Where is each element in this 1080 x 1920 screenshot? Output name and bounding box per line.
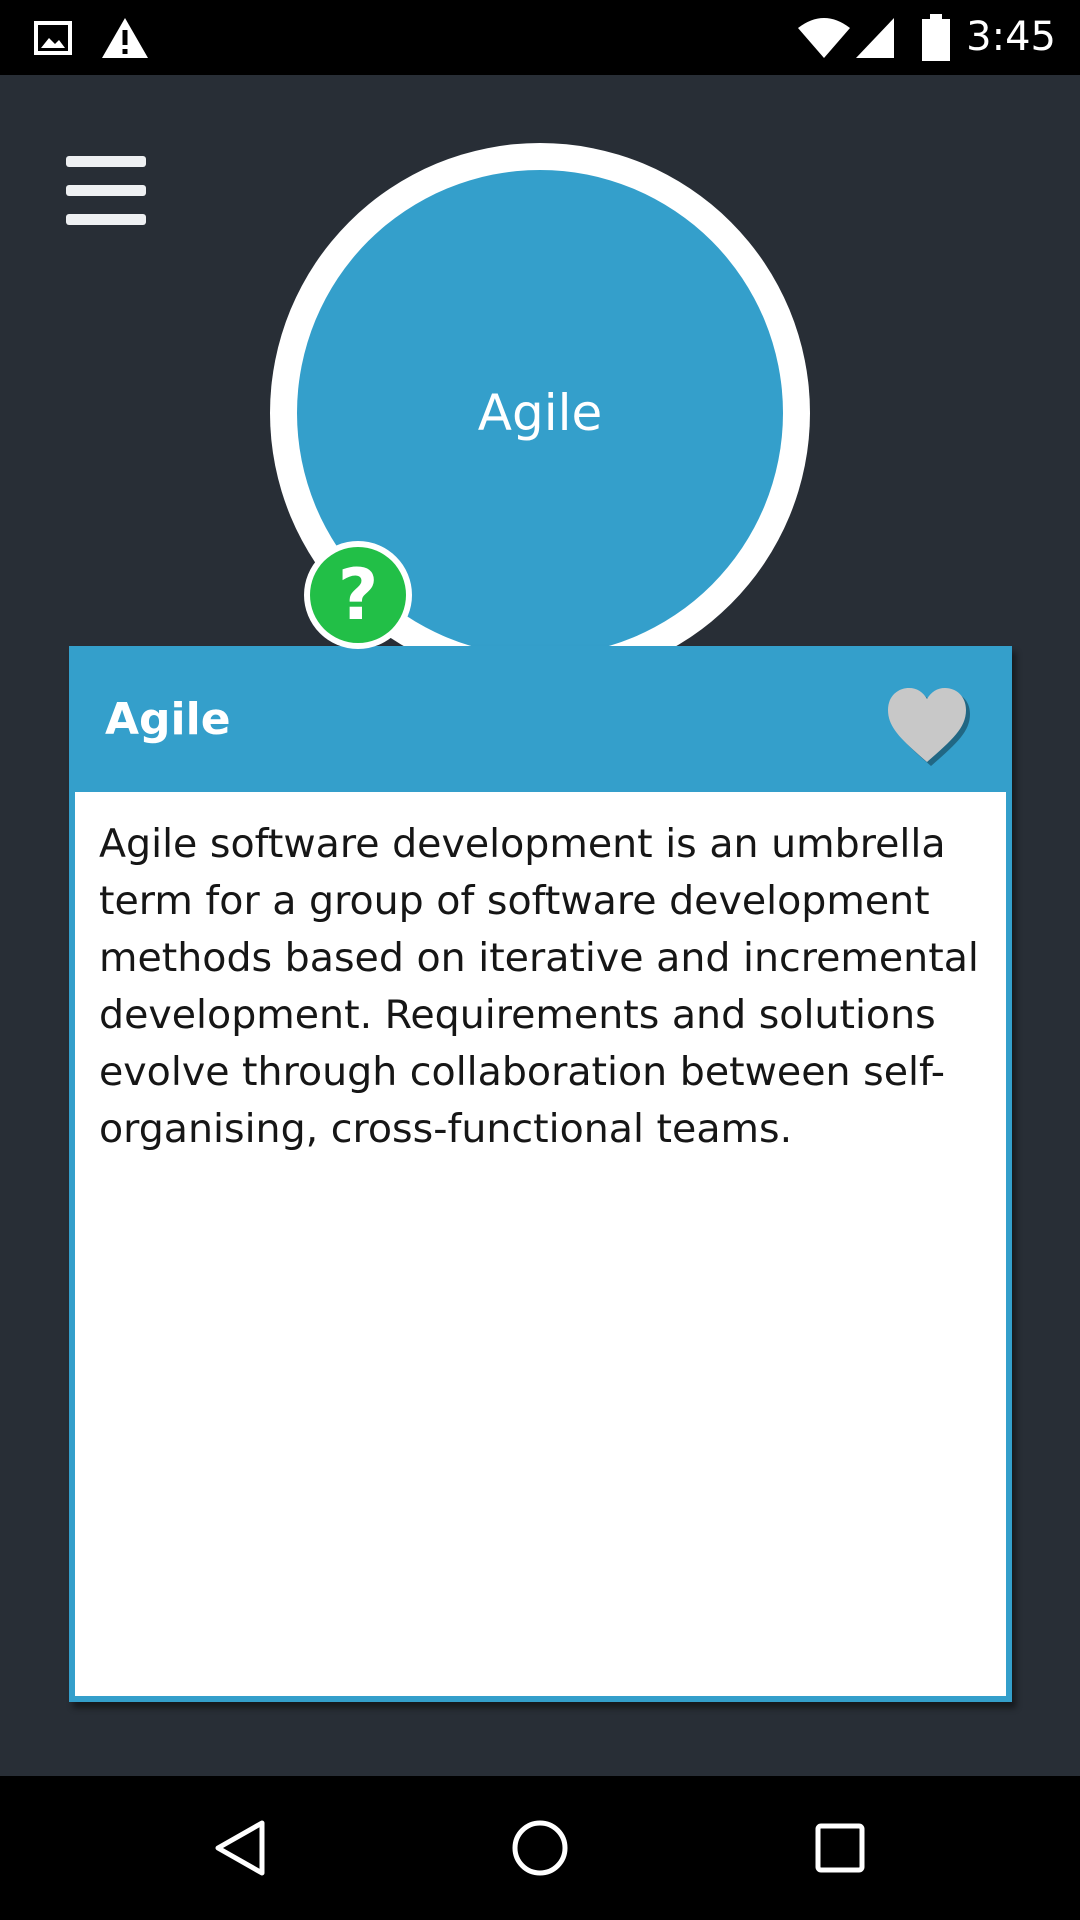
menu-icon[interactable]: [66, 148, 162, 232]
back-icon[interactable]: [160, 1776, 320, 1920]
heart-icon[interactable]: [886, 688, 972, 768]
wifi-icon: [796, 0, 852, 75]
help-icon: ?: [310, 547, 406, 643]
menu-icon-bar: [66, 155, 146, 167]
image-icon: [34, 0, 72, 75]
status-bar: 3:45: [0, 0, 1080, 75]
topic-bubble-label: Agile: [477, 384, 603, 442]
app-screen: 3:45 Agile ? Agile Agile software develo…: [0, 0, 1080, 1920]
warning-icon: [100, 0, 150, 75]
help-button[interactable]: ?: [304, 541, 412, 649]
card-description: Agile software development is an umbrell…: [99, 821, 979, 1152]
topic-card: Agile Agile software development is an u…: [69, 646, 1012, 1702]
card-title: Agile: [105, 694, 231, 745]
home-icon[interactable]: [460, 1776, 620, 1920]
navigation-bar: [0, 1776, 1080, 1920]
menu-icon-bar: [66, 213, 146, 225]
card-header: Agile: [69, 646, 1012, 792]
recents-icon[interactable]: [760, 1776, 920, 1920]
battery-icon: [921, 0, 951, 75]
card-body: Agile software development is an umbrell…: [75, 792, 1006, 1696]
status-time: 3:45: [966, 14, 1056, 60]
cellular-signal-icon: [854, 0, 896, 75]
menu-icon-bar: [66, 184, 146, 196]
